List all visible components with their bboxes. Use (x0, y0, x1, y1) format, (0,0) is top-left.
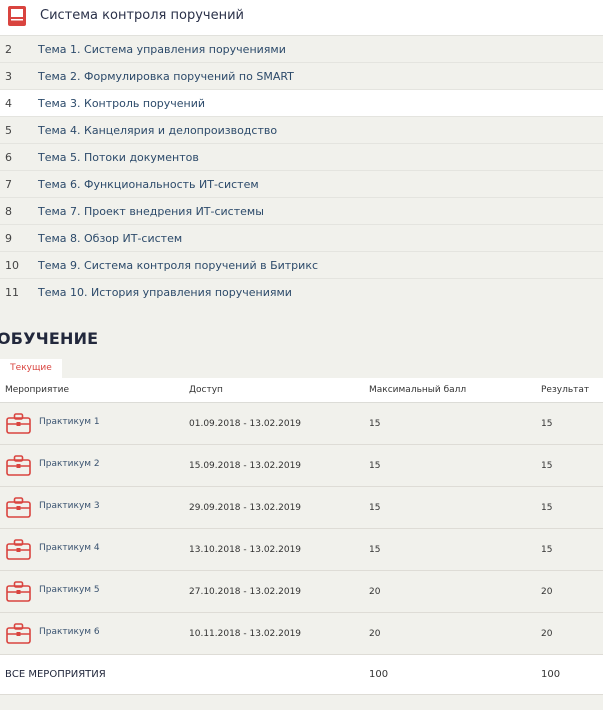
table-row: Практикум 4 13.10.2018 - 13.02.2019 15 1… (0, 529, 603, 571)
topic-item[interactable]: 6 Тема 5. Потоки документов (0, 144, 603, 171)
event-max-score: 15 (369, 503, 381, 513)
topic-number: 11 (5, 286, 19, 299)
event-link[interactable]: Практикум 4 (39, 543, 100, 553)
event-result: 20 (541, 587, 553, 597)
course-title[interactable]: Система контроля поручений (40, 8, 244, 23)
total-label: ВСЕ МЕРОПРИЯТИЯ (5, 669, 106, 680)
event-access: 27.10.2018 - 13.02.2019 (189, 587, 302, 597)
topic-number: 9 (5, 232, 12, 245)
event-result: 15 (541, 545, 553, 555)
event-result: 15 (541, 419, 553, 429)
topic-number: 2 (5, 43, 12, 56)
topic-number: 8 (5, 205, 12, 218)
topic-item[interactable]: 10 Тема 9. Система контроля поручений в Б… (0, 252, 603, 279)
event-access: 13.10.2018 - 13.02.2019 (189, 545, 302, 555)
topic-link[interactable]: Тема 10. История управления поручениями (38, 286, 292, 299)
topic-link[interactable]: Тема 1. Система управления поручениями (38, 43, 286, 56)
topic-number: 10 (5, 259, 19, 272)
event-link[interactable]: Практикум 6 (39, 627, 100, 637)
event-max-score: 15 (369, 545, 381, 555)
event-access: 15.09.2018 - 13.02.2019 (189, 461, 302, 471)
topic-number: 6 (5, 151, 12, 164)
topic-number: 4 (5, 97, 12, 110)
topic-item[interactable]: 5 Тема 4. Канцелярия и делопроизводство (0, 117, 603, 144)
total-row: ВСЕ МЕРОПРИЯТИЯ 100 100 (0, 655, 603, 695)
event-max-score: 15 (369, 419, 381, 429)
table-row: Практикум 1 01.09.2018 - 13.02.2019 15 1… (0, 403, 603, 445)
event-result: 20 (541, 629, 553, 639)
briefcase-icon[interactable] (6, 413, 31, 434)
column-header-event: Мероприятие (5, 385, 70, 395)
total-max-score: 100 (369, 669, 389, 680)
briefcase-icon[interactable] (6, 497, 31, 518)
topic-item[interactable]: 8 Тема 7. Проект внедрения ИТ-системы (0, 198, 603, 225)
section-title: ОБУЧЕНИЕ (0, 329, 99, 348)
topic-link[interactable]: Тема 8. Обзор ИТ-систем (38, 232, 182, 245)
briefcase-icon[interactable] (6, 623, 31, 644)
column-header-max: Максимальный балл (369, 385, 467, 395)
topic-link[interactable]: Тема 9. Система контроля поручений в Бит… (38, 259, 318, 272)
briefcase-icon[interactable] (6, 539, 31, 560)
briefcase-icon[interactable] (6, 581, 31, 602)
topic-item[interactable]: 7 Тема 6. Функциональность ИТ-систем (0, 171, 603, 198)
topic-item[interactable]: 3 Тема 2. Формулировка поручений по SMART (0, 63, 603, 90)
event-max-score: 20 (369, 629, 381, 639)
topic-item[interactable]: 9 Тема 8. Обзор ИТ-систем (0, 225, 603, 252)
topic-link[interactable]: Тема 7. Проект внедрения ИТ-системы (38, 205, 264, 218)
topic-link[interactable]: Тема 6. Функциональность ИТ-систем (38, 178, 259, 191)
event-link[interactable]: Практикум 5 (39, 585, 100, 595)
event-result: 15 (541, 503, 553, 513)
events-table: Мероприятие Доступ Максимальный балл Рез… (0, 378, 603, 695)
table-row: Практикум 6 10.11.2018 - 13.02.2019 20 2… (0, 613, 603, 655)
book-icon (8, 6, 26, 26)
topic-item-active[interactable]: 4 Тема 3. Контроль поручений (0, 90, 603, 117)
table-row: Практикум 5 27.10.2018 - 13.02.2019 20 2… (0, 571, 603, 613)
event-result: 15 (541, 461, 553, 471)
event-access: 10.11.2018 - 13.02.2019 (189, 629, 302, 639)
topic-link[interactable]: Тема 2. Формулировка поручений по SMART (38, 70, 294, 83)
topic-item[interactable]: 2 Тема 1. Система управления поручениями (0, 36, 603, 63)
topic-number: 7 (5, 178, 12, 191)
event-access: 01.09.2018 - 13.02.2019 (189, 419, 302, 429)
topic-item[interactable]: 11 Тема 10. История управления поручениям… (0, 279, 603, 306)
total-result: 100 (541, 669, 561, 680)
tab-current[interactable]: Текущие (0, 359, 62, 378)
course-header: Система контроля поручений (0, 0, 603, 36)
topic-link[interactable]: Тема 5. Потоки документов (38, 151, 199, 164)
topic-number: 3 (5, 70, 12, 83)
table-row: Практикум 2 15.09.2018 - 13.02.2019 15 1… (0, 445, 603, 487)
event-max-score: 20 (369, 587, 381, 597)
event-link[interactable]: Практикум 2 (39, 459, 100, 469)
table-header: Мероприятие Доступ Максимальный балл Рез… (0, 378, 603, 403)
topic-list: 2 Тема 1. Система управления поручениями … (0, 36, 603, 306)
event-max-score: 15 (369, 461, 381, 471)
event-link[interactable]: Практикум 1 (39, 417, 100, 427)
topic-link[interactable]: Тема 4. Канцелярия и делопроизводство (38, 124, 277, 137)
topic-number: 5 (5, 124, 12, 137)
briefcase-icon[interactable] (6, 455, 31, 476)
event-access: 29.09.2018 - 13.02.2019 (189, 503, 302, 513)
topic-link[interactable]: Тема 3. Контроль поручений (38, 97, 205, 110)
event-link[interactable]: Практикум 3 (39, 501, 100, 511)
column-header-access: Доступ (189, 385, 223, 395)
column-header-result: Результат (541, 385, 590, 395)
table-row: Практикум 3 29.09.2018 - 13.02.2019 15 1… (0, 487, 603, 529)
